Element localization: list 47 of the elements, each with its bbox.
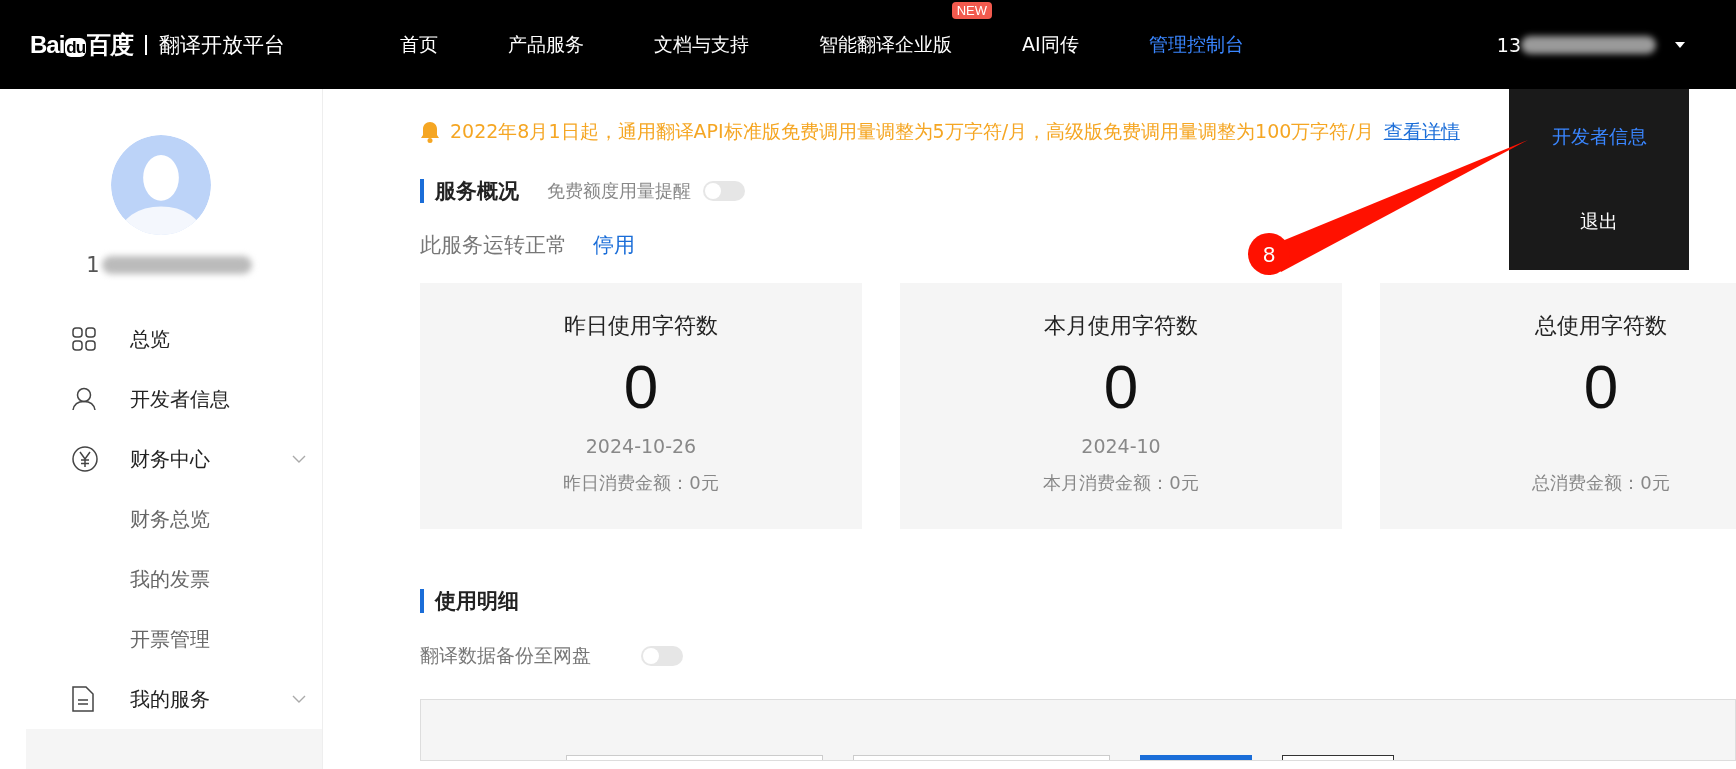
nav-link[interactable]: 管理控制台	[1148, 31, 1244, 58]
card-value: 0	[1583, 351, 1619, 423]
card-fee: 昨日消费金额：0元	[563, 471, 719, 495]
card-fee: 本月消费金额：0元	[1043, 471, 1199, 495]
card-date: 2024-10	[1081, 435, 1161, 459]
document-icon	[72, 686, 94, 712]
bell-icon	[420, 121, 440, 143]
sidebar-subitem[interactable]: 开票管理	[0, 609, 322, 669]
toggle-label: 翻译数据备份至网盘	[420, 643, 591, 668]
card-title: 昨日使用字符数	[564, 312, 718, 340]
sidebar-item[interactable]: 总览	[0, 309, 322, 369]
toggle-switch[interactable]	[641, 646, 683, 666]
card-value: 0	[1103, 351, 1139, 423]
card-value: 0	[623, 351, 659, 423]
input-field[interactable]	[566, 755, 823, 760]
card-title: 总使用字符数	[1535, 312, 1667, 340]
caret-icon	[1674, 40, 1686, 49]
card-date: 2024-10-26	[585, 435, 697, 459]
card-title: 本月使用字符数	[1044, 312, 1198, 340]
user-menu-toggle[interactable]: 13	[1496, 33, 1686, 56]
toggle-label: 免费额度用量提醒	[547, 179, 691, 203]
sidebar-subitem[interactable]: 财务总览	[0, 489, 322, 549]
baidu-logo[interactable]: Baidu百度	[30, 28, 134, 61]
menu-item[interactable]: 开发者信息	[1551, 124, 1647, 151]
status-text: 此服务运转正常	[420, 232, 567, 259]
details-link[interactable]: 查看详情	[1383, 119, 1460, 145]
user-icon	[72, 387, 96, 411]
input-field[interactable]	[853, 755, 1110, 760]
grid-icon	[72, 327, 96, 351]
nav-link[interactable]: 文档与支持	[654, 31, 749, 58]
toggle-switch[interactable]	[703, 181, 745, 201]
nav-link[interactable]: 产品服务	[508, 31, 584, 58]
sidebar-item[interactable]: 开发者信息	[0, 369, 322, 429]
sidebar-item[interactable]: 财务中心	[0, 429, 322, 489]
menu-item[interactable]: 退出	[1580, 208, 1618, 235]
sidebar-item[interactable]: 我的服务	[0, 669, 322, 729]
nav-link[interactable]: AI同传	[1022, 31, 1079, 58]
nav-link[interactable]: 首页	[400, 31, 438, 58]
sidebar-subitem[interactable]: 我的发票	[0, 549, 322, 609]
user-name: 1	[86, 253, 100, 277]
new-badge: NEW	[951, 1, 992, 19]
section-title: 服务概况	[435, 178, 519, 205]
product-name: 翻译开放平台	[145, 34, 286, 55]
disable-link[interactable]: 停用	[593, 231, 635, 259]
card-fee: 总消费金额：0元	[1532, 471, 1670, 495]
section-title: 使用明细	[435, 588, 519, 615]
yen-icon	[72, 446, 98, 472]
